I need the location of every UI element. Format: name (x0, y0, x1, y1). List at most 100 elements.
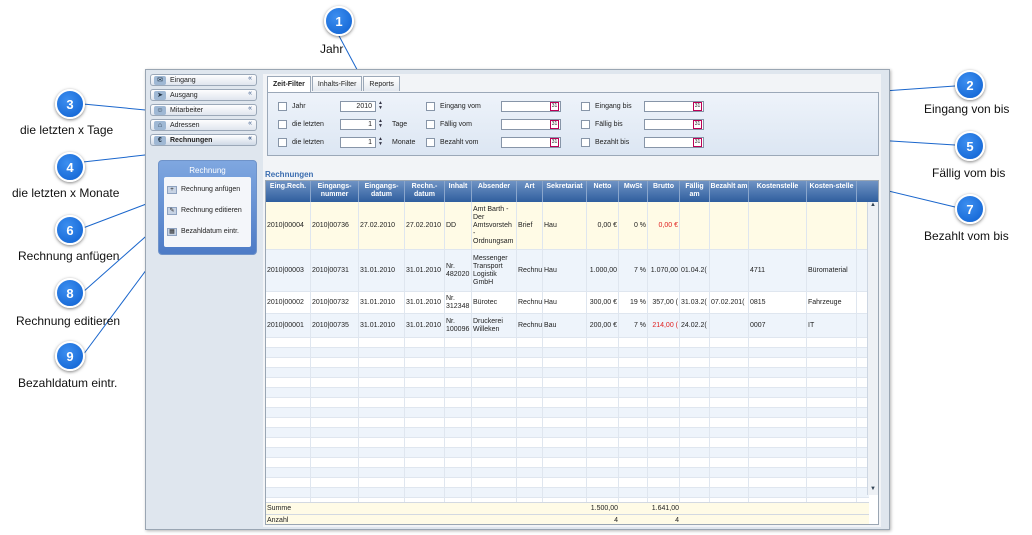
table-row[interactable] (266, 428, 869, 438)
table-cell (311, 418, 359, 427)
table-cell (710, 378, 749, 387)
table-row[interactable] (266, 348, 869, 358)
column-header[interactable]: Bezahlt am (710, 181, 749, 202)
calendar-icon[interactable]: 31 (693, 101, 702, 111)
eingang-bis-checkbox[interactable] (581, 101, 590, 111)
calendar-icon[interactable]: 31 (550, 119, 559, 129)
column-header[interactable]: Rechn.-datum (405, 181, 445, 202)
monate-checkbox[interactable] (278, 137, 287, 147)
tage-checkbox[interactable] (278, 119, 287, 129)
monate-input[interactable]: 1 (340, 136, 376, 148)
table-row[interactable] (266, 398, 869, 408)
table-cell (517, 418, 543, 427)
column-header[interactable]: Netto (587, 181, 619, 202)
column-header[interactable]: Brutto (648, 181, 680, 202)
calendar-icon[interactable]: 31 (693, 137, 702, 147)
table-cell: 0007 (749, 314, 807, 337)
inbox-icon: ✉ (154, 75, 166, 85)
column-header[interactable]: Eing.Rech. (266, 181, 311, 202)
faellig-vom-checkbox[interactable] (426, 119, 435, 129)
table-cell: 357,00 ( (648, 292, 680, 313)
column-header[interactable]: Art (517, 181, 543, 202)
table-row[interactable]: 2010|00001 2010|00735 31.01.2010 31.01.2010… (266, 314, 869, 338)
table-cell (405, 408, 445, 417)
faellig-bis-date[interactable]: 31 (644, 118, 704, 130)
table-row[interactable] (266, 458, 869, 468)
scroll-down-icon[interactable]: ▼ (868, 486, 878, 495)
table-cell (807, 348, 857, 357)
tab-reports[interactable]: Reports (363, 76, 400, 91)
table-row[interactable] (266, 468, 869, 478)
eingang-vom-date[interactable]: 31 (501, 100, 561, 112)
rechnung-editieren-button[interactable]: ✎ Rechnung editieren (167, 200, 248, 221)
tage-input[interactable]: 1 (340, 118, 376, 130)
tab-inhalts-filter[interactable]: Inhalts-Filter (311, 76, 363, 91)
jahr-spinner[interactable]: ▲ ▼ (377, 100, 384, 112)
table-cell: IT (807, 314, 857, 337)
table-row[interactable] (266, 378, 869, 388)
tab-zeit-filter[interactable]: Zeit-Filter (267, 76, 311, 92)
table-cell (266, 378, 311, 387)
summary-cell (445, 515, 472, 524)
table-row[interactable]: 2010|00003 2010|00731 31.01.2010 31.01.2010… (266, 250, 869, 292)
column-header[interactable]: Eingangs-datum (359, 181, 405, 202)
column-header[interactable]: MwSt (619, 181, 648, 202)
faellig-bis-checkbox[interactable] (581, 119, 590, 129)
table-row[interactable] (266, 488, 869, 498)
table-row[interactable] (266, 418, 869, 428)
table-row[interactable] (266, 388, 869, 398)
table-cell: DD (445, 202, 472, 249)
table-row[interactable] (266, 368, 869, 378)
table-cell (311, 368, 359, 377)
table-row[interactable] (266, 338, 869, 348)
bezahldatum-eintragen-button[interactable]: ▦ Bezahldatum eintr. (167, 221, 248, 242)
table-cell (359, 438, 405, 447)
table-cell (749, 378, 807, 387)
jahr-checkbox[interactable] (278, 101, 287, 111)
bezahlt-vom-checkbox[interactable] (426, 137, 435, 147)
calendar-icon[interactable]: 31 (550, 137, 559, 147)
rechnung-anfuegen-button[interactable]: + Rechnung anfügen (167, 179, 248, 200)
table-cell (749, 418, 807, 427)
monate-spinner[interactable]: ▲ ▼ (377, 136, 384, 148)
table-cell: 2010|00735 (311, 314, 359, 337)
nav-item-mitarbeiter[interactable]: ☺ Mitarbeiter « (150, 104, 257, 116)
table-cell (648, 368, 680, 377)
bezahlt-vom-date[interactable]: 31 (501, 136, 561, 148)
scroll-up-icon[interactable]: ▲ (868, 202, 878, 211)
table-row[interactable] (266, 408, 869, 418)
table-row[interactable] (266, 448, 869, 458)
column-header[interactable]: Kosten-stelle (807, 181, 857, 202)
callout-label-bezahlt: Bezahlt vom bis (924, 229, 1009, 243)
table-cell: 27.02.2010 (359, 202, 405, 249)
table-row[interactable] (266, 358, 869, 368)
nav-item-rechnungen[interactable]: € Rechnungen « (150, 134, 257, 146)
table-cell (807, 488, 857, 497)
faellig-vom-date[interactable]: 31 (501, 118, 561, 130)
nav-item-adressen[interactable]: ⌂ Adressen « (150, 119, 257, 131)
column-header[interactable]: Absender (472, 181, 517, 202)
column-header[interactable]: Fällig am (680, 181, 710, 202)
table-cell (543, 478, 587, 487)
eingang-vom-checkbox[interactable] (426, 101, 435, 111)
table-cell (680, 202, 710, 249)
table-row[interactable]: 2010|00002 2010|00732 31.01.2010 31.01.2010… (266, 292, 869, 314)
bezahlt-bis-checkbox[interactable] (581, 137, 590, 147)
bezahlt-bis-date[interactable]: 31 (644, 136, 704, 148)
jahr-input[interactable]: 2010 (340, 100, 376, 112)
eingang-bis-date[interactable]: 31 (644, 100, 704, 112)
calendar-icon[interactable]: 31 (693, 119, 702, 129)
column-header[interactable]: Inhalt (445, 181, 472, 202)
vertical-scrollbar[interactable]: ▲ ▼ (867, 202, 878, 495)
table-row[interactable] (266, 438, 869, 448)
calendar-icon[interactable]: 31 (550, 101, 559, 111)
tage-spinner[interactable]: ▲ ▼ (377, 118, 384, 130)
nav-item-ausgang[interactable]: ➤ Ausgang « (150, 89, 257, 101)
table-row[interactable]: 2010|00004 2010|00736 27.02.2010 27.02.2010… (266, 202, 869, 250)
column-header[interactable]: Sekretariat (543, 181, 587, 202)
column-header[interactable]: Eingangs-nummer (311, 181, 359, 202)
table-cell (619, 408, 648, 417)
table-row[interactable] (266, 478, 869, 488)
column-header[interactable]: Kostenstelle (749, 181, 807, 202)
nav-item-eingang[interactable]: ✉ Eingang « (150, 74, 257, 86)
